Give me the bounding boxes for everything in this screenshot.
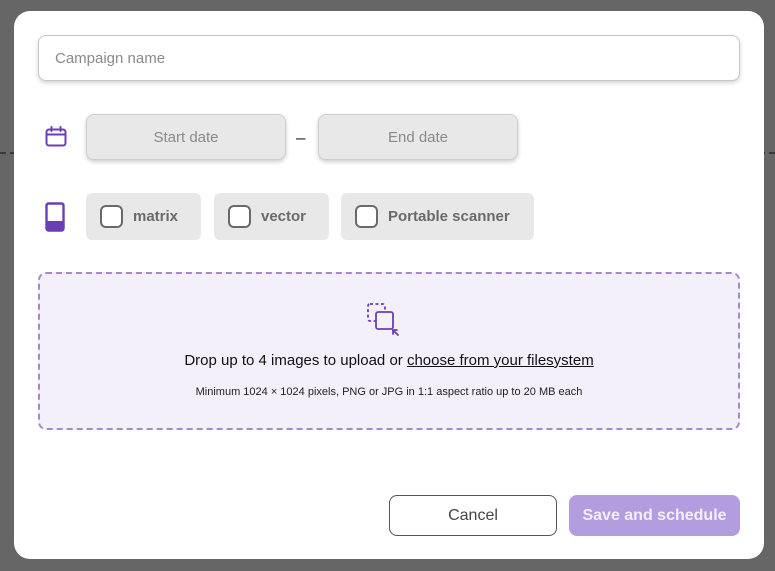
device-option-vector[interactable]: vector: [214, 193, 329, 240]
campaign-name-input[interactable]: [38, 35, 740, 81]
mobile-device-icon: [45, 202, 65, 232]
cancel-button[interactable]: Cancel: [389, 495, 557, 536]
matrix-label: matrix: [133, 208, 179, 225]
upload-requirements: Minimum 1024 × 1024 pixels, PNG or JPG i…: [195, 386, 583, 398]
drag-drop-icon: [366, 302, 400, 341]
choose-file-link[interactable]: choose from your filesystem: [407, 352, 594, 369]
vector-label: vector: [261, 208, 307, 225]
image-dropzone[interactable]: Drop up to 4 images to upload or choose …: [38, 272, 740, 430]
matrix-checkbox[interactable]: [100, 205, 123, 228]
end-date-placeholder: End date: [387, 128, 449, 146]
start-date-placeholder: Start date: [153, 128, 219, 146]
calendar-icon: [44, 125, 68, 149]
device-option-matrix[interactable]: matrix: [86, 193, 201, 240]
device-option-portable-scanner[interactable]: Portable scanner: [341, 193, 534, 240]
portable-scanner-checkbox[interactable]: [355, 205, 378, 228]
date-row: Start date – End date: [38, 114, 740, 160]
device-row: matrix vector Portable scanner: [38, 193, 740, 240]
campaign-modal: Start date – End date matrix vector Port…: [14, 11, 764, 559]
dropzone-text: Drop up to 4 images to upload or: [184, 352, 407, 369]
save-and-schedule-button[interactable]: Save and schedule: [569, 495, 740, 536]
date-separator: –: [296, 128, 306, 147]
end-date-field[interactable]: End date: [318, 114, 518, 160]
vector-checkbox[interactable]: [228, 205, 251, 228]
portable-scanner-label: Portable scanner: [388, 208, 510, 225]
start-date-field[interactable]: Start date: [86, 114, 286, 160]
dropzone-instructions: Drop up to 4 images to upload or choose …: [40, 352, 738, 369]
